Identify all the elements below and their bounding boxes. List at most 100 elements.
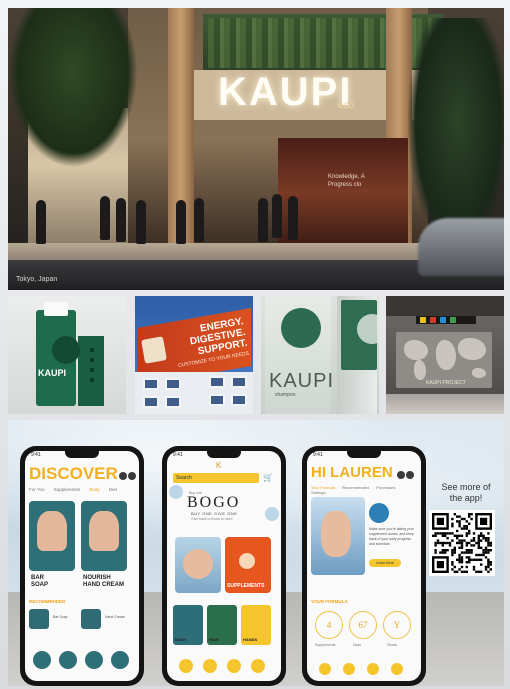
tab-recommended[interactable]: Recommended xyxy=(342,485,369,490)
product-card-hand-cream[interactable] xyxy=(81,501,127,571)
continent xyxy=(458,338,486,360)
dispenser-dots xyxy=(90,348,94,388)
recommended-row: Bar Soap Hand Cream xyxy=(29,609,129,629)
building-facade xyxy=(135,372,253,414)
continent xyxy=(472,368,486,378)
dispenser-mockup: KAUPI xyxy=(8,296,126,414)
kaupi-presentation-board: KAUPI eco Knowledge, A Progress clo Toky… xyxy=(0,0,510,689)
search-input[interactable]: Search xyxy=(173,473,259,483)
screen-title: HI LAUREN xyxy=(311,464,393,481)
discover-screen: 9:41 DISCOVER For You Supplements Body D… xyxy=(25,451,139,681)
window xyxy=(143,378,159,390)
billboard-mockup: ENERGY. DIGESTIVE. SUPPORT. CUSTOMIZE TO… xyxy=(135,296,253,414)
decor-bubble xyxy=(169,485,183,499)
cart-icon[interactable]: 🛒 xyxy=(263,473,273,482)
nav-item[interactable] xyxy=(203,659,217,673)
window xyxy=(165,378,181,390)
promo-card-hands[interactable] xyxy=(175,537,221,593)
window xyxy=(165,396,181,408)
mockup-tiles-row: KAUPI ENERGY. DIGESTIVE. SUPPORT. CUSTOM… xyxy=(8,296,504,414)
subway-floor xyxy=(386,394,504,414)
learn-more-button[interactable]: Learn More xyxy=(369,559,401,567)
profile-screen: 9:41 HI LAUREN Your Formula Recommended … xyxy=(307,451,421,681)
tab-body[interactable]: Body xyxy=(89,487,99,492)
status-time: 9:41 xyxy=(31,452,41,458)
line-marker xyxy=(440,317,446,323)
dispenser-circle xyxy=(52,336,80,364)
nav-item[interactable] xyxy=(227,659,241,673)
profile-icon[interactable] xyxy=(128,472,136,480)
header-icons xyxy=(396,466,414,484)
continent xyxy=(436,340,456,370)
bottom-nav xyxy=(313,661,413,677)
billboard-product xyxy=(141,336,167,364)
tab-diet[interactable]: Diet xyxy=(109,487,117,492)
nav-item[interactable] xyxy=(85,651,103,669)
screen-title: DISCOVER xyxy=(29,464,118,483)
nav-item[interactable] xyxy=(33,651,51,669)
nav-item[interactable] xyxy=(391,663,403,675)
tab-purchased[interactable]: Purchased xyxy=(376,485,395,490)
dispenser-cap xyxy=(44,302,68,316)
stat-label: Streak xyxy=(387,643,398,647)
nav-item[interactable] xyxy=(59,651,77,669)
pedestrian xyxy=(194,198,204,242)
rec-label: Bar Soap xyxy=(53,615,68,619)
product-card-bar-soap[interactable] xyxy=(29,501,75,571)
window xyxy=(231,394,247,406)
formula-stats: 4 67 Y Supplements Days Streak xyxy=(311,611,415,647)
hand-image xyxy=(321,511,351,557)
header-icons xyxy=(118,467,136,485)
rec-thumb[interactable] xyxy=(29,609,49,629)
card-label-bar-soap: BAR SOAP xyxy=(31,575,48,589)
capsule-image xyxy=(239,553,255,569)
tab-for-you[interactable]: For You xyxy=(29,487,45,492)
phone-notch xyxy=(347,451,381,458)
nav-item[interactable] xyxy=(251,659,265,673)
continent xyxy=(404,340,428,360)
formula-heading: YOUR FORMULA xyxy=(311,599,348,604)
pedestrian xyxy=(272,194,282,238)
window xyxy=(209,394,225,406)
nav-item[interactable] xyxy=(179,659,193,673)
decor-bubble xyxy=(265,507,279,521)
category-label: HAIR xyxy=(209,637,219,642)
entrance-text: Knowledge, A Progress clo xyxy=(328,174,365,188)
nav-item[interactable] xyxy=(319,663,331,675)
qr-code[interactable] xyxy=(429,510,495,576)
app-logo: K xyxy=(216,461,222,470)
nav-item[interactable] xyxy=(111,651,129,669)
card-label-line: BAR xyxy=(31,575,44,581)
phone-shop: 9:41 K Search 🛒 Buy one BOGO BUY ONE GIV… xyxy=(162,446,286,686)
line-marker xyxy=(420,317,426,323)
qr-code-icon xyxy=(432,513,492,573)
hand-image xyxy=(183,549,213,579)
store-logo: KAUPI xyxy=(218,70,353,114)
avatar[interactable] xyxy=(397,471,405,479)
tree-left xyxy=(8,8,138,168)
line-marker xyxy=(450,317,456,323)
nav-item[interactable] xyxy=(367,663,379,675)
stat-streak: Y xyxy=(383,611,411,639)
storefront-photo: KAUPI eco Knowledge, A Progress clo Toky… xyxy=(8,8,504,290)
packaging-circle xyxy=(357,314,379,344)
tab-settings[interactable]: Settings xyxy=(311,490,325,495)
profile-icon[interactable] xyxy=(406,471,414,479)
nav-item[interactable] xyxy=(343,663,355,675)
stat-supplements: 4 xyxy=(315,611,343,639)
pedestrian xyxy=(116,198,126,242)
packaging-sub: shampoo xyxy=(275,392,296,398)
pedestrian xyxy=(258,198,268,242)
card-label-hand-cream: NOURISH HAND CREAM xyxy=(83,575,124,589)
rec-thumb[interactable] xyxy=(81,609,101,629)
window xyxy=(231,376,247,388)
pedestrian xyxy=(36,200,46,244)
status-time: 9:41 xyxy=(313,452,323,458)
tab-supplements[interactable]: Supplements xyxy=(54,487,80,492)
window xyxy=(143,396,159,408)
avatar[interactable] xyxy=(119,472,127,480)
window xyxy=(209,376,225,388)
store-logo-eco: eco xyxy=(338,100,355,111)
bottom-nav xyxy=(29,651,133,675)
bottom-nav xyxy=(173,657,273,677)
